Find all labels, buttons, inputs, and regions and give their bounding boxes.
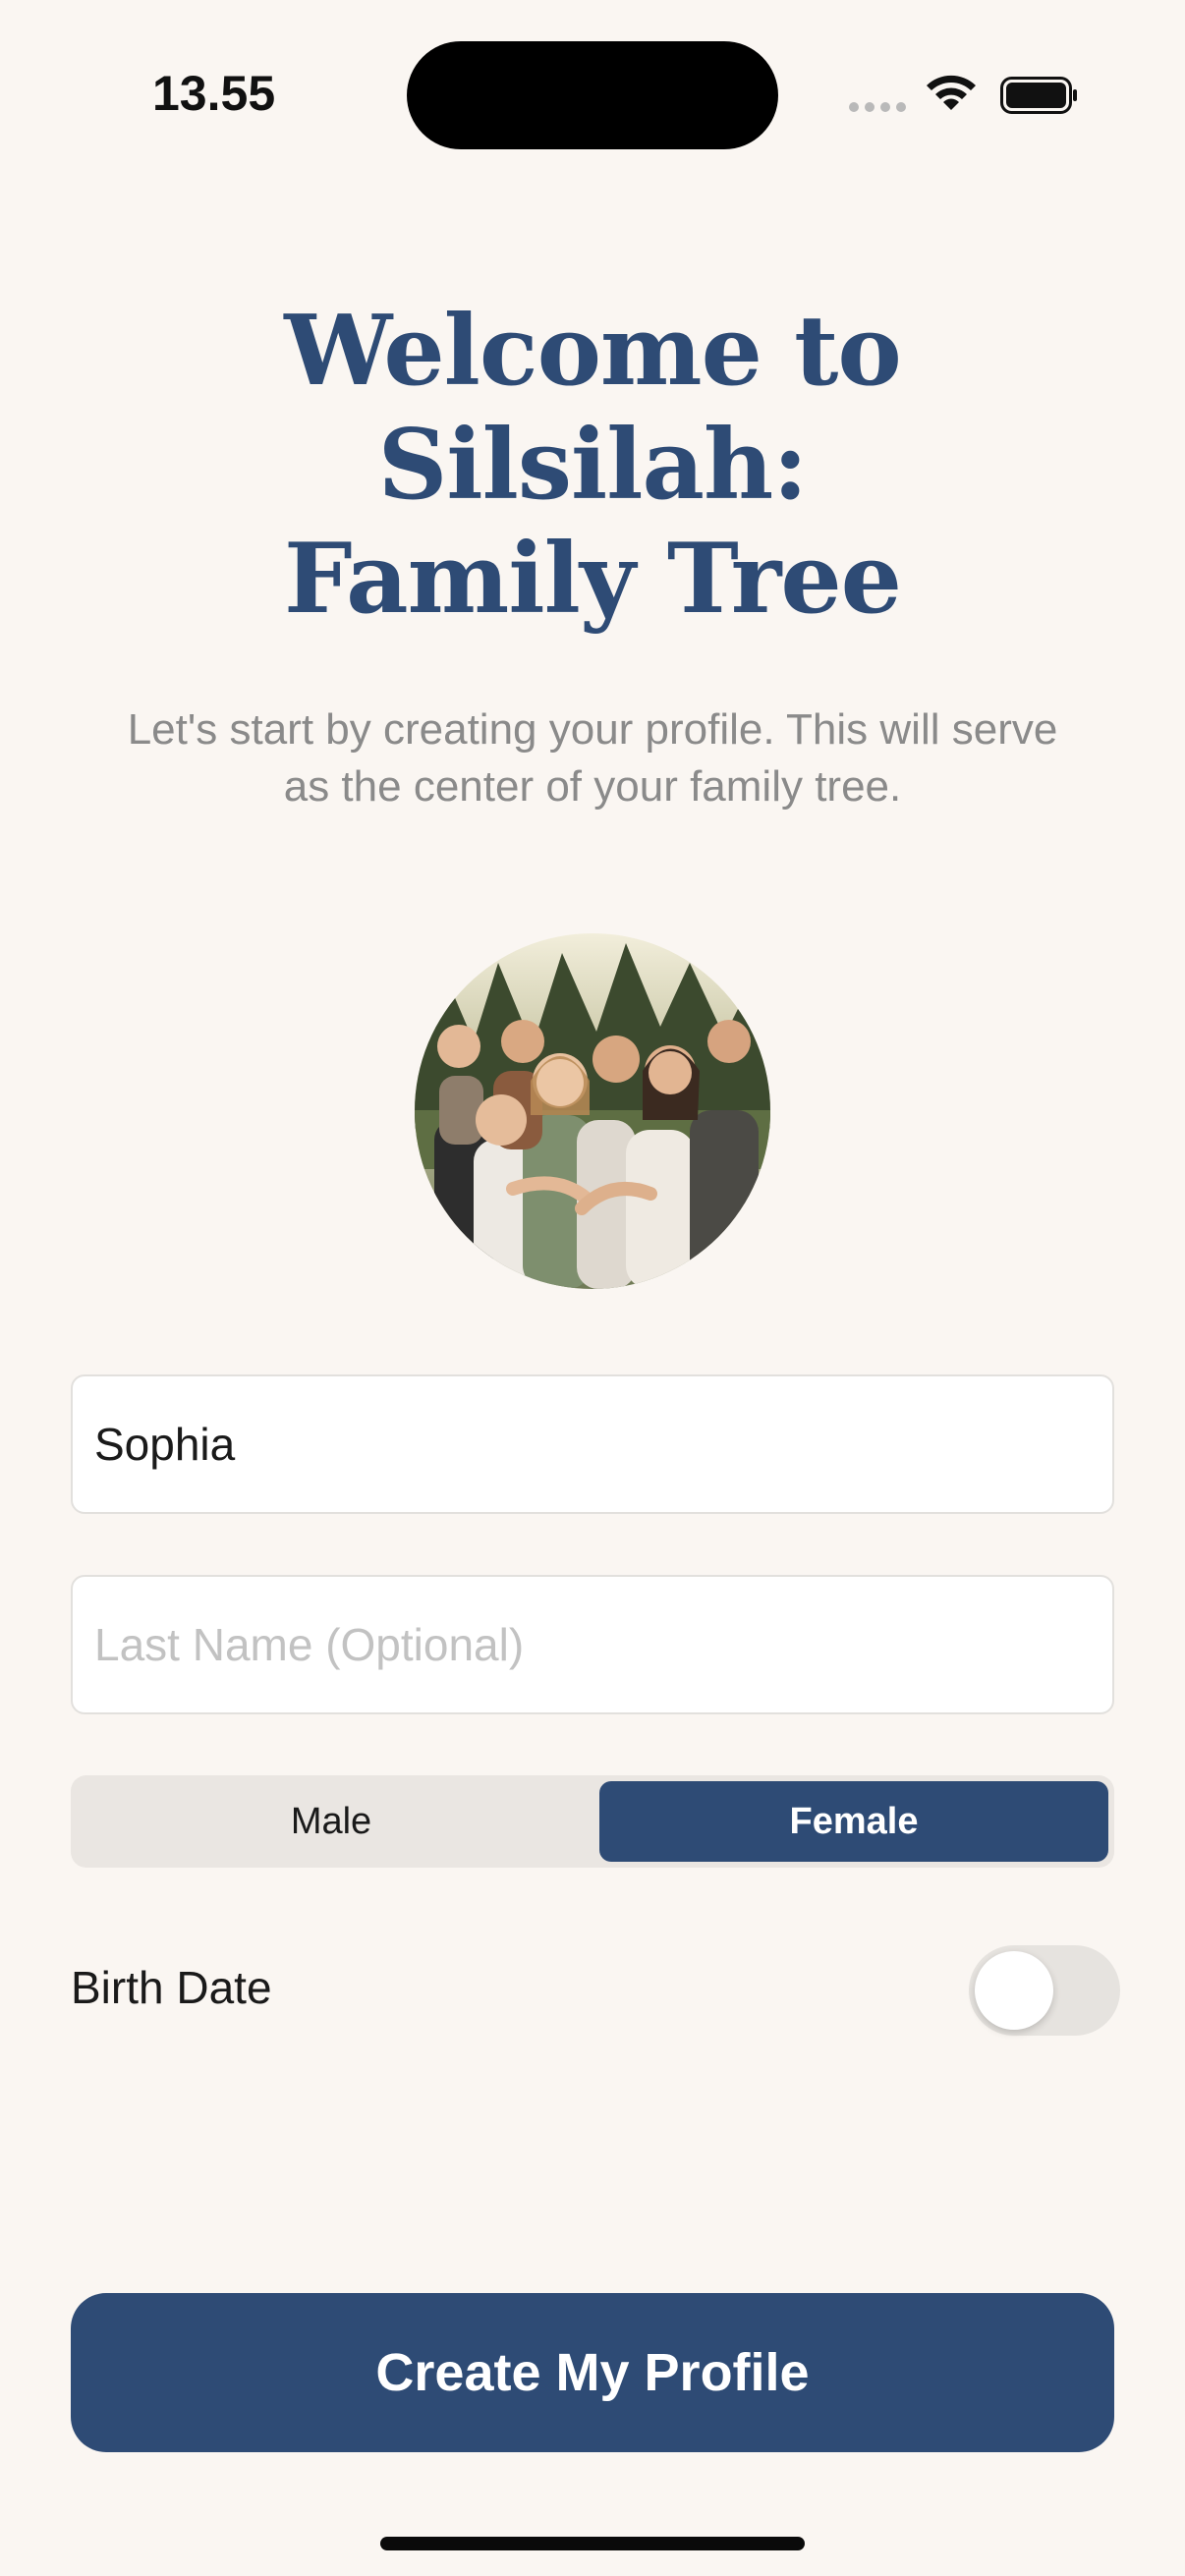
wifi-icon [927, 75, 976, 110]
gender-option-male[interactable]: Male [77, 1781, 586, 1862]
family-photo-icon [415, 933, 770, 1289]
page-subtitle: Let's start by creating your profile. Th… [127, 705, 1058, 811]
home-indicator[interactable] [380, 2537, 805, 2550]
page-title: Welcome to Silsilah: Family Tree [0, 295, 1185, 637]
last-name-field[interactable] [71, 1575, 1114, 1714]
gender-segmented-control: Male Female [71, 1775, 1114, 1868]
cellular-signal-icon [849, 102, 906, 112]
title-line: Family Tree [283, 523, 902, 636]
create-profile-button[interactable]: Create My Profile [71, 2293, 1114, 2452]
title-line: Welcome to [284, 295, 901, 408]
toggle-knob [975, 1951, 1053, 2030]
status-time: 13.55 [152, 66, 276, 121]
battery-icon [1000, 77, 1077, 114]
profile-photo[interactable] [415, 933, 770, 1289]
title-line: Silsilah: [377, 409, 809, 522]
birth-date-label: Birth Date [71, 1962, 272, 2013]
birth-date-toggle[interactable] [969, 1945, 1120, 2036]
dynamic-island [407, 41, 778, 149]
gender-option-female[interactable]: Female [599, 1781, 1108, 1862]
first-name-field[interactable] [71, 1374, 1114, 1514]
